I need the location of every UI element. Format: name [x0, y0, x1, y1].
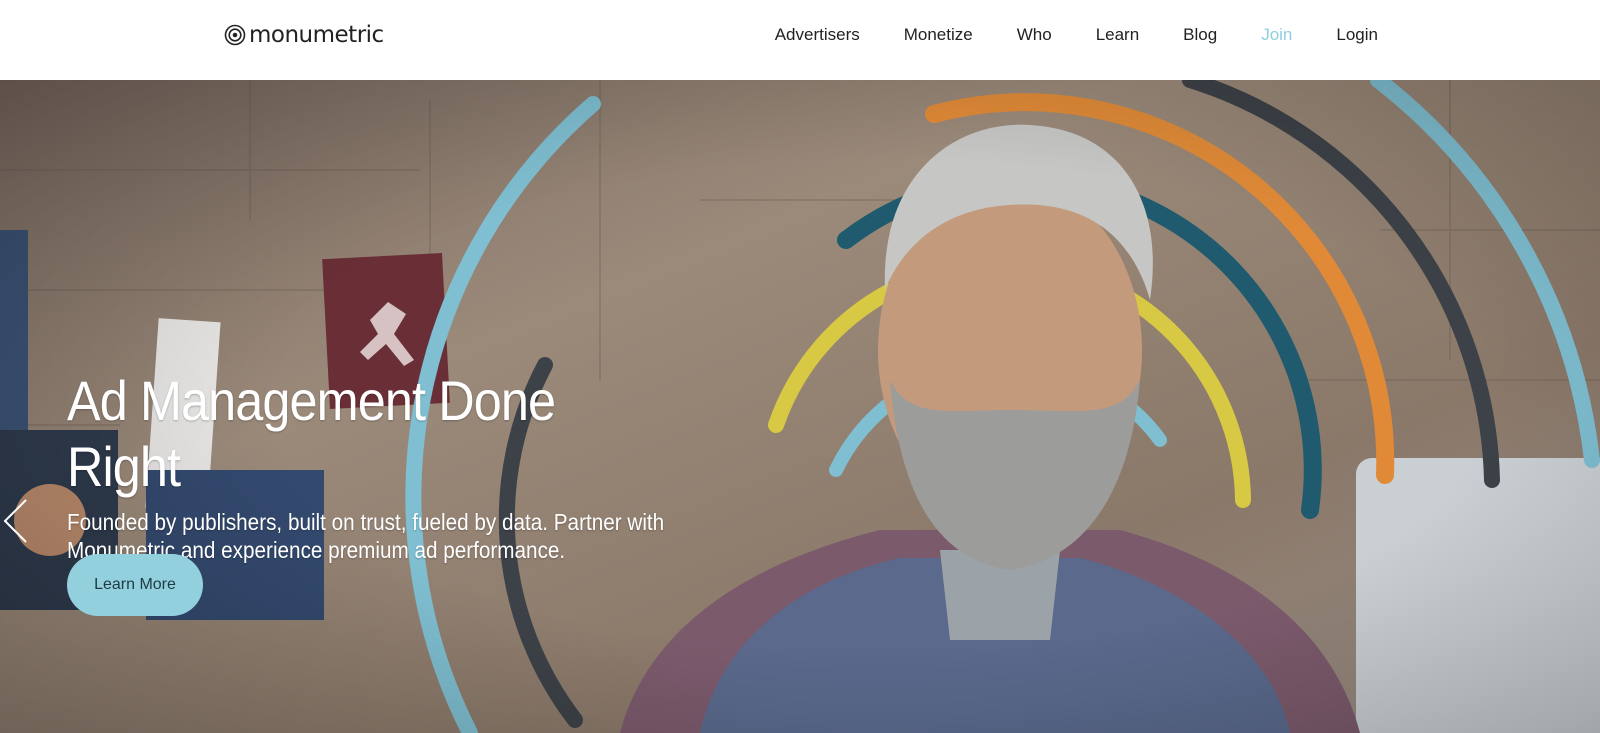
- hero-title: Ad Management Done Right: [67, 369, 556, 498]
- chevron-left-icon[interactable]: [2, 498, 28, 544]
- nav-item-who[interactable]: Who: [1017, 20, 1052, 50]
- main-nav: Advertisers Monetize Who Learn Blog Join…: [775, 20, 1378, 50]
- nav-item-advertisers[interactable]: Advertisers: [775, 20, 860, 50]
- brand-logo[interactable]: monumetric: [224, 20, 384, 50]
- site-header: monumetric Advertisers Monetize Who Lear…: [0, 0, 1600, 80]
- nav-item-login[interactable]: Login: [1336, 20, 1378, 50]
- nav-item-monetize[interactable]: Monetize: [904, 20, 973, 50]
- nav-item-join[interactable]: Join: [1261, 20, 1292, 50]
- learn-more-button[interactable]: Learn More: [67, 554, 203, 616]
- logo-icon: [224, 24, 246, 46]
- nav-item-blog[interactable]: Blog: [1183, 20, 1217, 50]
- brand-name: monumetric: [249, 22, 384, 48]
- hero-section: Ad Management Done Right Founded by publ…: [0, 80, 1600, 733]
- nav-item-learn[interactable]: Learn: [1096, 20, 1139, 50]
- hero-content: Ad Management Done Right Founded by publ…: [67, 368, 747, 564]
